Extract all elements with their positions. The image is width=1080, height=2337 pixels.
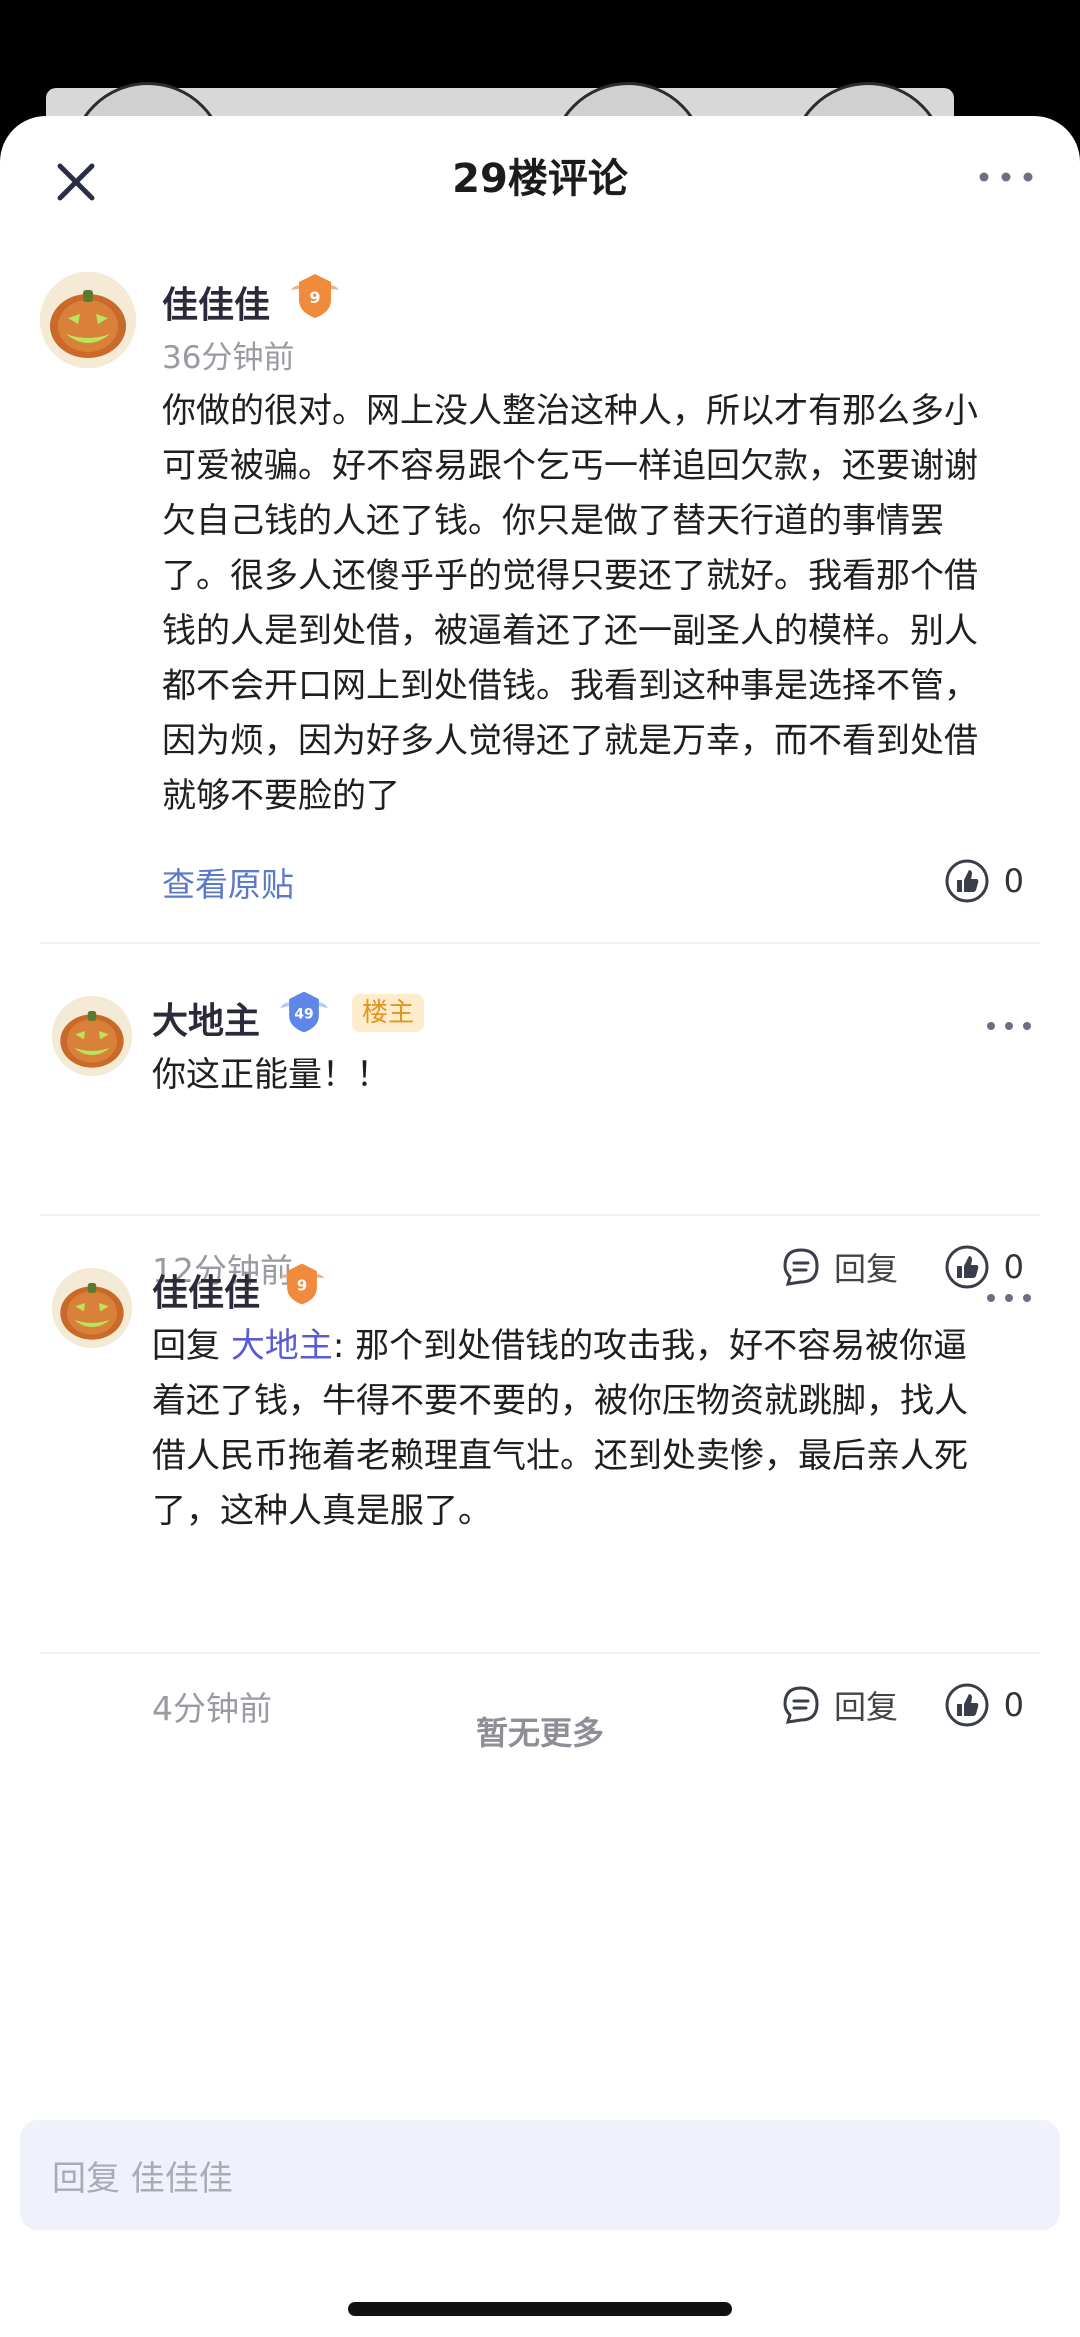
comment-text: 你做的很对。网上没人整治这种人，所以才有那么多小 可爱被骗。好不容易跟个乞丐一样… [162, 391, 978, 816]
pumpkin-avatar-icon [52, 996, 132, 1076]
reply-prefix: 回复 [152, 1326, 220, 1366]
host-tag: 楼主 [352, 994, 425, 1032]
svg-text:9: 9 [297, 1277, 307, 1295]
timestamp: 36分钟前 [162, 340, 295, 376]
mention-link[interactable]: 大地主 [231, 1326, 333, 1366]
close-button[interactable] [48, 154, 104, 210]
svg-text:9: 9 [309, 288, 320, 307]
level-badge: 9 [276, 1258, 328, 1314]
username[interactable]: 大地主 [152, 992, 260, 1044]
level-badge-icon: 9 [291, 274, 339, 318]
more-icon [979, 172, 1033, 182]
reply-input-placeholder: 回复 佳佳佳 [52, 2158, 233, 2199]
more-button[interactable] [976, 162, 1036, 192]
like-button[interactable]: 0 [944, 856, 1024, 906]
view-original-post-link[interactable]: 查看原贴 [162, 858, 294, 906]
close-icon [57, 163, 95, 201]
reply-button[interactable]: 回复 [780, 1242, 898, 1292]
more-icon [987, 1022, 1031, 1030]
reply-input[interactable]: 回复 佳佳佳 [20, 2120, 1060, 2230]
level-badge: 49 [278, 986, 330, 1042]
more-icon [987, 1294, 1031, 1302]
comment-text: 你这正能量！！ [152, 1055, 390, 1095]
like-count: 0 [1003, 1248, 1024, 1286]
thumbs-up-icon [945, 859, 989, 903]
like-button[interactable]: 0 [944, 1242, 1024, 1292]
like-count: 0 [1003, 862, 1024, 900]
avatar[interactable] [40, 272, 136, 368]
no-more-label: 暂无更多 [475, 1714, 604, 1752]
username[interactable]: 佳佳佳 [162, 276, 270, 328]
avatar[interactable] [52, 996, 132, 1076]
level-badge-icon: 49 [279, 991, 329, 1033]
svg-text:49: 49 [294, 1007, 313, 1023]
comment-more-button[interactable] [984, 1288, 1034, 1308]
divider [40, 1214, 1040, 1216]
pumpkin-avatar-icon [52, 1268, 132, 1348]
comment-more-button[interactable] [984, 1016, 1034, 1036]
avatar[interactable] [52, 1268, 132, 1348]
comment-sheet: 29楼评论 佳佳佳 9 36分钟前 你做的很对。网上没人整治这种人，所以才有那么… [0, 116, 1080, 2337]
pumpkin-avatar-icon [40, 272, 136, 368]
thumbs-up-icon [945, 1245, 989, 1289]
level-badge: 9 [287, 268, 343, 328]
comment-text: 回复 大地主: 那个到处借钱的攻击我，好不容易被你逼 着还了钱，牛得不要不要的，… [152, 1326, 968, 1531]
reply-bubble-icon [783, 1248, 819, 1286]
username[interactable]: 佳佳佳 [152, 1264, 260, 1316]
home-indicator [348, 2302, 732, 2316]
divider [40, 1652, 1040, 1654]
divider [40, 942, 1040, 944]
page-title: 29楼评论 [452, 156, 628, 202]
level-badge-icon: 9 [279, 1263, 325, 1305]
sheet-header: 29楼评论 [0, 116, 1080, 236]
